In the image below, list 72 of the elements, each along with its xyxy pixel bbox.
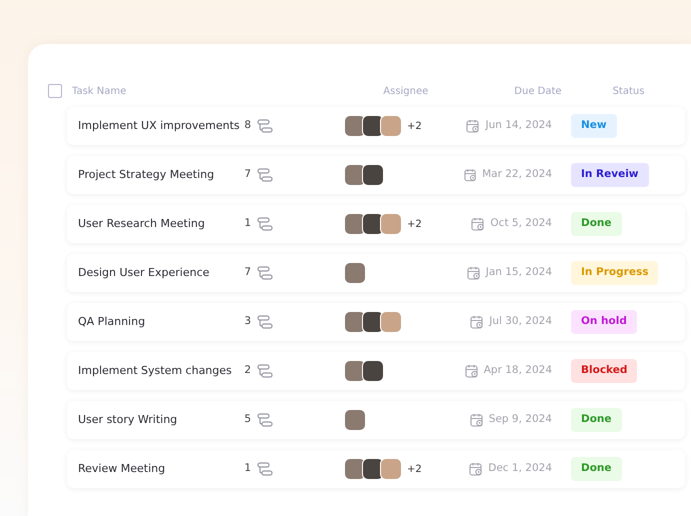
status-tag: In Progress — [571, 261, 658, 285]
table-row[interactable]: User story Writing 5 Sep 9, 2024 Done — [67, 401, 685, 439]
status-tag: Done — [571, 408, 622, 432]
task-name: QA Planning — [78, 314, 146, 330]
subtask-icon — [257, 168, 273, 182]
avatar-photo-placeholder — [380, 458, 402, 480]
calendar-icon — [471, 217, 486, 231]
table-row[interactable]: Implement System changes 2 Apr 18, 2024 Blocked — [67, 352, 685, 390]
task-name: User Research Meeting — [78, 216, 206, 232]
status-tag: Done — [571, 212, 622, 236]
subtask-icon — [257, 413, 273, 427]
due-date: Sep 9, 2024 — [488, 412, 552, 428]
column-header: Status — [612, 84, 644, 98]
calendar-icon — [464, 168, 478, 182]
subtask-icon — [257, 462, 273, 476]
table-row[interactable]: QA Planning 3 Jul 30, 2024 On hold — [67, 303, 685, 341]
calendar-icon — [464, 364, 479, 378]
task-name: User story Writing — [78, 412, 178, 428]
status-tag: Blocked — [571, 359, 638, 383]
subtask-count: 7 — [243, 167, 251, 182]
extra-assignee-count: +2 — [407, 120, 422, 134]
calendar-icon — [470, 413, 484, 427]
select-all-checkbox[interactable] — [48, 84, 62, 98]
column-header: Task Name — [72, 84, 126, 98]
calendar-icon — [470, 315, 484, 329]
status-tag: In Reveiw — [571, 163, 649, 187]
table-row[interactable]: Design User Experience 7 Jan 15, 2024 In Progress — [67, 254, 685, 292]
subtask-icon — [257, 217, 273, 231]
table-row[interactable]: Project Strategy Meeting 7 Mar 22, 2024 In Reveiw — [67, 156, 685, 194]
due-date: Jun 14, 2024 — [485, 118, 552, 134]
due-date: Oct 5, 2024 — [490, 216, 552, 232]
status-tag: New — [571, 114, 617, 138]
subtask-count: 8 — [243, 118, 251, 134]
calendar-icon — [466, 119, 480, 133]
subtask-count: 7 — [243, 265, 251, 280]
due-date: Mar 22, 2024 — [482, 167, 552, 182]
column-header: Due Date — [514, 84, 562, 98]
subtask-count: 5 — [243, 412, 251, 428]
avatar-photo-placeholder — [362, 164, 384, 186]
subtask-count: 2 — [243, 363, 251, 378]
table-row[interactable]: Implement UX improvements 8 +2 Jun 14, 2024 New — [67, 107, 685, 145]
task-name: Implement System changes — [78, 362, 233, 379]
avatar-photo-placeholder — [362, 360, 384, 382]
avatar-photo-placeholder — [380, 311, 402, 333]
extra-assignee-count: +2 — [407, 218, 422, 232]
column-header: Assignee — [383, 84, 428, 98]
table-row[interactable]: Review Meeting 1 +2 Dec 1, 2024 Done — [67, 450, 685, 488]
avatar-photo-placeholder — [380, 115, 402, 137]
calendar-icon — [469, 462, 484, 476]
calendar-icon — [466, 266, 481, 280]
subtask-icon — [257, 315, 273, 329]
due-date: Jan 15, 2024 — [486, 265, 552, 280]
extra-assignee-count: +2 — [407, 462, 422, 476]
status-tag: Done — [571, 457, 622, 481]
task-name: Design User Experience — [78, 264, 210, 281]
avatar-photo-placeholder — [344, 409, 366, 431]
subtask-icon — [257, 266, 273, 280]
avatar-photo-placeholder — [380, 213, 402, 235]
table-row[interactable]: User Research Meeting 1 +2 Oct 5, 2024 Done — [67, 205, 685, 243]
due-date: Dec 1, 2024 — [488, 461, 552, 476]
subtask-icon — [257, 119, 273, 133]
subtask-icon — [257, 364, 273, 378]
subtask-count: 3 — [243, 314, 251, 330]
task-name: Project Strategy Meeting — [78, 166, 216, 183]
subtask-count: 1 — [243, 461, 251, 476]
task-name: Review Meeting — [78, 460, 166, 477]
avatar-photo-placeholder — [344, 262, 366, 284]
subtask-count: 1 — [243, 216, 251, 232]
due-date: Apr 18, 2024 — [484, 363, 552, 378]
status-tag: On hold — [571, 310, 637, 334]
task-name: Implement UX improvements — [78, 118, 237, 134]
due-date: Jul 30, 2024 — [489, 314, 552, 330]
